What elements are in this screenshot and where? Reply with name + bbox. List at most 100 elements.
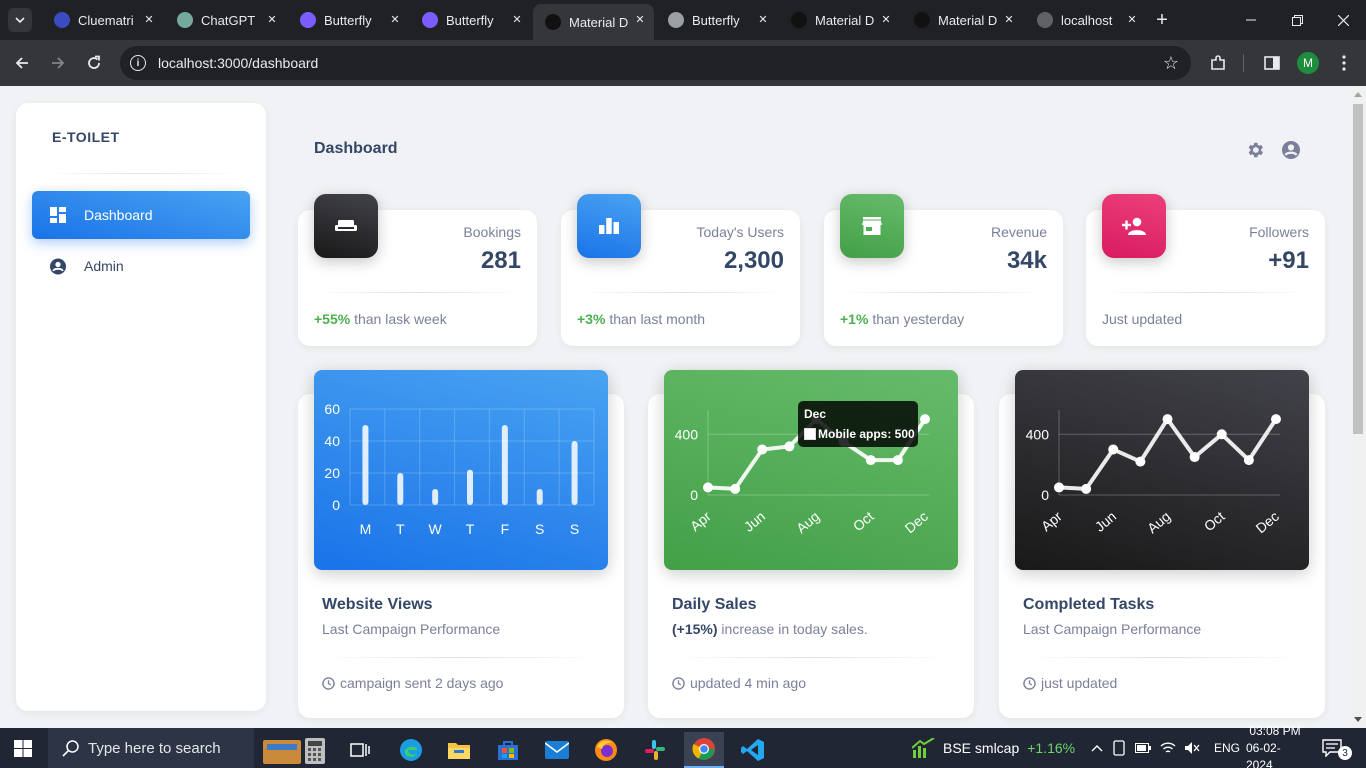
tab-title: Butterfly	[692, 12, 740, 28]
back-button[interactable]	[10, 51, 34, 75]
task-view-button[interactable]	[340, 732, 380, 768]
x-tick-label: Dec	[902, 508, 931, 536]
taskbar-widget-app[interactable]	[258, 732, 330, 768]
minimize-button[interactable]	[1228, 0, 1274, 40]
chart-divider	[322, 657, 600, 658]
chevron-up-icon[interactable]	[1091, 744, 1103, 752]
stat-value: 2,300	[723, 247, 784, 274]
sidebar-item-dashboard[interactable]: Dashboard	[32, 191, 250, 239]
chevron-down-icon	[15, 17, 25, 24]
browser-tab[interactable]: ChatGPT ✕	[165, 4, 286, 36]
browser-tab[interactable]: Material D ✕	[779, 4, 900, 36]
scroll-down-arrow[interactable]	[1354, 717, 1362, 722]
taskbar-vscode[interactable]	[733, 732, 773, 768]
browser-tab[interactable]: Butterfly ✕	[656, 4, 777, 36]
tooltip-text: Mobile apps: 500	[818, 427, 915, 441]
tab-title: Material D	[815, 12, 875, 28]
data-point	[892, 455, 903, 466]
arrow-right-icon	[52, 57, 65, 69]
taskbar-file-explorer[interactable]	[439, 732, 479, 768]
stock-widget[interactable]: BSE smlcap +1.16%	[912, 728, 1075, 768]
address-bar[interactable]: i localhost:3000/dashboard ☆	[120, 46, 1191, 80]
close-icon	[1337, 14, 1349, 26]
reload-button[interactable]	[82, 51, 106, 75]
x-tick-label: Aug	[1144, 508, 1173, 536]
tooltip-swatch	[804, 428, 816, 440]
taskbar-search[interactable]: Type here to search	[48, 728, 254, 768]
extensions-icon[interactable]	[1207, 52, 1229, 74]
settings-icon[interactable]	[1245, 140, 1265, 160]
page-scrollbar[interactable]	[1350, 86, 1366, 728]
scrollbar-thumb[interactable]	[1353, 104, 1363, 434]
sidebar-item-label: Dashboard	[84, 207, 153, 223]
tab-search-button[interactable]	[8, 8, 32, 32]
x-tick-label: Aug	[793, 508, 822, 536]
clock[interactable]: 03:08 PM 06-02-2024	[1246, 724, 1304, 768]
browser-tab[interactable]: Butterfly ✕	[410, 4, 531, 36]
x-tick-label: Jun	[1092, 508, 1120, 535]
tab-close-icon[interactable]: ✕	[1124, 12, 1140, 28]
tab-close-icon[interactable]: ✕	[509, 12, 525, 28]
sidebar-item-admin[interactable]: Admin	[32, 242, 250, 290]
site-info-icon[interactable]: i	[130, 55, 146, 71]
taskbar-mail[interactable]	[537, 732, 577, 768]
forward-button[interactable]	[46, 51, 70, 75]
data-point	[1189, 452, 1200, 463]
bar	[536, 489, 543, 505]
chart-title: Daily Sales	[672, 596, 757, 613]
new-tab-button[interactable]: +	[1150, 8, 1174, 32]
stat-footer-text: than lask week	[354, 311, 447, 327]
minimize-icon	[1246, 19, 1256, 21]
windows-start-icon[interactable]	[14, 740, 32, 757]
chart-website-views: 0 20 40 60 M T W T F S S	[314, 370, 608, 570]
wifi-icon[interactable]	[1160, 741, 1176, 755]
menu-dots-icon[interactable]	[1333, 52, 1355, 74]
chart-title: Website Views	[322, 596, 433, 613]
stat-footer-text: than yesterday	[872, 311, 965, 327]
phone-link-icon[interactable]	[1113, 740, 1125, 756]
x-tick-label: Oct	[850, 508, 877, 534]
taskbar-firefox[interactable]	[586, 732, 626, 768]
y-tick-label: 0	[332, 497, 340, 513]
x-tick-label: T	[396, 521, 405, 537]
browser-tab[interactable]: Cluematri ✕	[42, 4, 163, 36]
speaker-muted-icon[interactable]	[1184, 741, 1200, 755]
taskbar-store[interactable]	[488, 732, 528, 768]
browser-tab[interactable]: Butterfly ✕	[288, 4, 409, 36]
account-circle-icon[interactable]	[1281, 140, 1301, 160]
browser-tab[interactable]: Material D ✕	[533, 4, 654, 40]
restore-button[interactable]	[1274, 0, 1320, 40]
browser-tab[interactable]: localhost ✕	[1025, 4, 1146, 36]
browser-tab-strip: Cluematri ✕ ChatGPT ✕ Butterfly ✕ Butterfly ✕ Ma…	[0, 0, 1366, 40]
y-tick-label: 0	[690, 487, 698, 503]
stat-footer: +3% than last month	[577, 311, 705, 327]
battery-icon[interactable]	[1135, 743, 1151, 753]
taskbar-chrome[interactable]	[684, 732, 724, 768]
side-panel-icon[interactable]	[1261, 52, 1283, 74]
profile-avatar[interactable]: M	[1297, 52, 1319, 74]
tab-close-icon[interactable]: ✕	[264, 12, 280, 28]
data-point	[757, 444, 768, 455]
y-tick-label: 400	[1026, 426, 1050, 442]
language-indicator[interactable]: ENG	[1214, 741, 1240, 755]
close-window-button[interactable]	[1320, 0, 1366, 40]
data-point	[920, 414, 930, 425]
tab-close-icon[interactable]: ✕	[141, 12, 157, 28]
scroll-up-arrow[interactable]	[1354, 92, 1362, 97]
stat-change: +55%	[314, 311, 351, 327]
tab-close-icon[interactable]: ✕	[755, 12, 771, 28]
browser-tab[interactable]: Material D ✕	[902, 4, 1023, 36]
tab-close-icon[interactable]: ✕	[878, 12, 894, 28]
bookmark-star-icon[interactable]: ☆	[1163, 53, 1179, 73]
taskbar-edge[interactable]	[391, 732, 431, 768]
y-tick-label: 20	[324, 465, 340, 481]
series-line	[1058, 417, 1278, 491]
tab-close-icon[interactable]: ✕	[632, 12, 648, 28]
tab-close-icon[interactable]: ✕	[1001, 12, 1017, 28]
taskbar-slack[interactable]	[635, 732, 675, 768]
tab-close-icon[interactable]: ✕	[387, 12, 403, 28]
chart-title: Completed Tasks	[1023, 596, 1155, 613]
tab-title: Material D	[938, 12, 998, 28]
data-point	[1081, 483, 1092, 494]
notification-center[interactable]: 3	[1322, 728, 1352, 768]
